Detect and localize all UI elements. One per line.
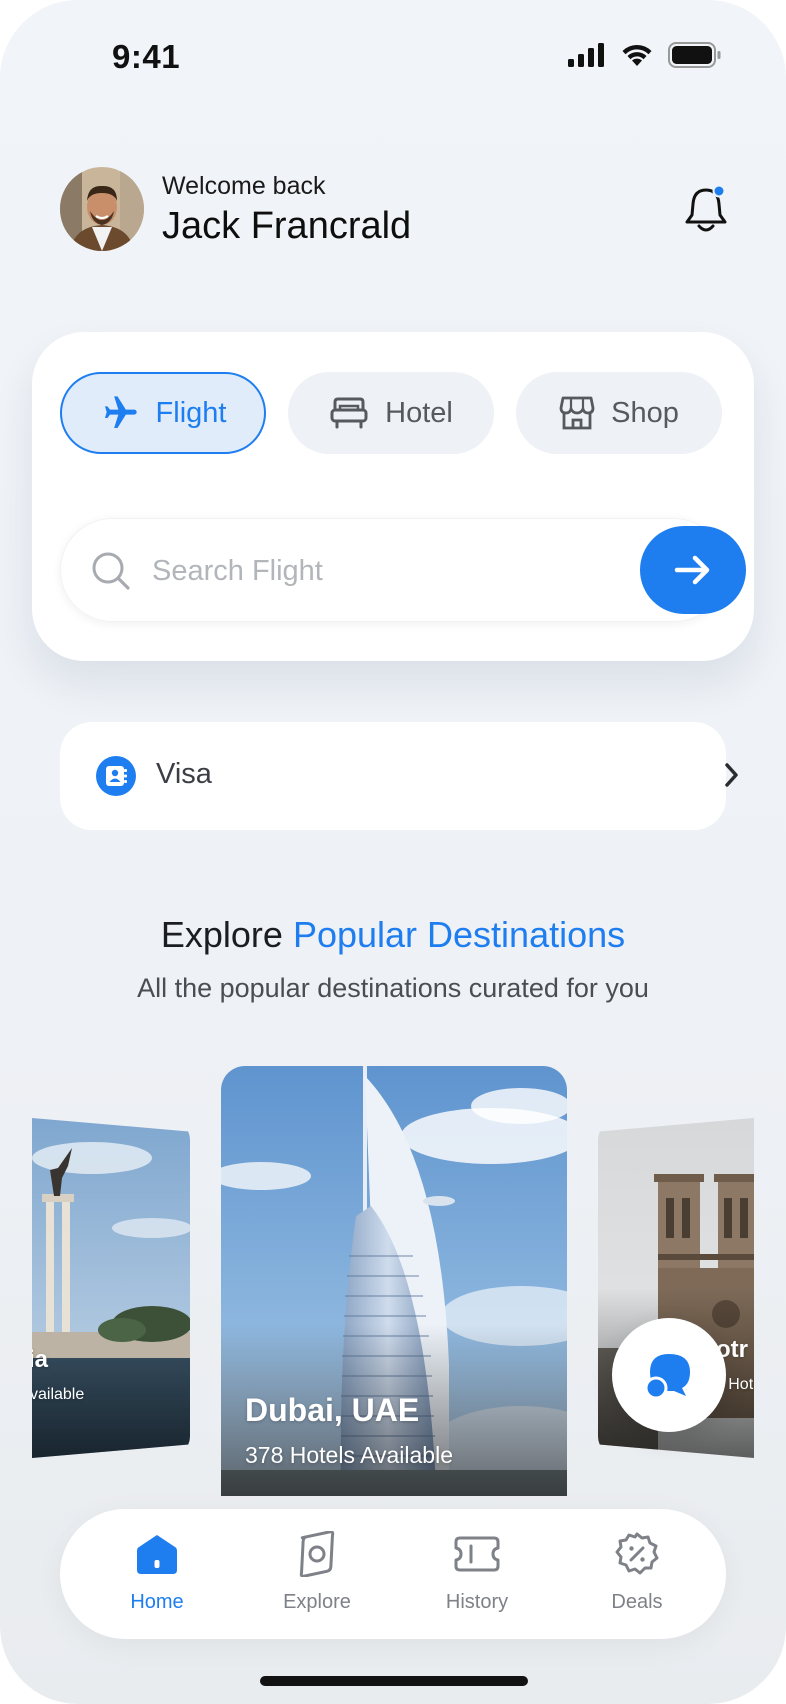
phone-screen: 9:41 Welcome back Jack Francrald Flight … [0, 0, 786, 1704]
destination-image-burj-al-arab [221, 1066, 567, 1496]
tab-flight-label: Flight [155, 396, 227, 429]
visa-row[interactable]: Visa [60, 722, 738, 830]
compass-icon [299, 1531, 335, 1577]
destination-card-dubai[interactable]: Dubai, UAE 378 Hotels Available [221, 1066, 567, 1496]
user-name: Jack Francrald [162, 205, 412, 247]
destination-left-sub: vailable [32, 1386, 85, 1403]
nav-deals[interactable]: Deals [577, 1529, 697, 1625]
chat-button[interactable] [612, 1318, 726, 1432]
battery-icon [668, 42, 721, 68]
home-indicator[interactable] [260, 1676, 528, 1686]
ticket-icon [454, 1536, 500, 1572]
tab-flight[interactable]: Flight [60, 372, 266, 454]
discount-badge-icon [615, 1532, 659, 1575]
section-subtitle: All the popular destinations curated for… [137, 973, 649, 1003]
nav-history-label: History [445, 1591, 509, 1613]
contact-card-icon [96, 756, 136, 796]
search-card: Flight Hotel Shop [32, 332, 754, 661]
destination-image-monument [32, 1118, 190, 1458]
airplane-icon [104, 396, 137, 428]
wifi-icon [622, 44, 652, 66]
bell-icon [685, 184, 727, 232]
nav-history[interactable]: History [417, 1529, 537, 1625]
signal-icon [568, 43, 604, 67]
bed-icon [330, 397, 368, 429]
nav-deals-label: Deals [611, 1591, 663, 1613]
destination-left-name: ia [32, 1346, 49, 1373]
notification-bell-button[interactable] [682, 184, 730, 234]
arrow-right-icon [674, 555, 710, 585]
bottom-navigation: Home Explore History Deals [60, 1509, 726, 1639]
destination-card-left[interactable]: ia vailable [32, 1118, 190, 1458]
section-title-accent: Popular Destinations [292, 914, 626, 955]
storefront-icon [559, 396, 595, 430]
tab-shop-label: Shop [611, 396, 679, 429]
nav-home[interactable]: Home [97, 1529, 217, 1625]
tab-shop[interactable]: Shop [516, 372, 722, 454]
search-field[interactable] [60, 518, 746, 622]
home-icon [137, 1535, 177, 1574]
destination-main-sub: 378 Hotels Available [245, 1442, 453, 1468]
search-go-button[interactable] [640, 526, 746, 614]
welcome-text: Welcome back [162, 172, 326, 200]
destination-main-name: Dubai, UAE [245, 1392, 420, 1428]
nav-home-label: Home [130, 1591, 184, 1613]
avatar-photo [60, 167, 144, 251]
search-icon [92, 552, 130, 590]
avatar[interactable] [60, 167, 144, 251]
section-title: Explore Popular Destinations [0, 914, 786, 956]
status-icons [568, 42, 722, 68]
status-time: 9:41 [112, 38, 181, 75]
chat-bubbles-icon [644, 1354, 690, 1400]
chevron-right-icon [725, 763, 738, 787]
section-title-prefix: Explore [160, 914, 283, 955]
visa-label: Visa [156, 758, 212, 790]
nav-explore-label: Explore [283, 1591, 351, 1613]
search-input[interactable] [150, 542, 584, 600]
tab-hotel[interactable]: Hotel [288, 372, 494, 454]
tab-hotel-label: Hotel [385, 396, 453, 429]
nav-explore[interactable]: Explore [257, 1529, 377, 1625]
